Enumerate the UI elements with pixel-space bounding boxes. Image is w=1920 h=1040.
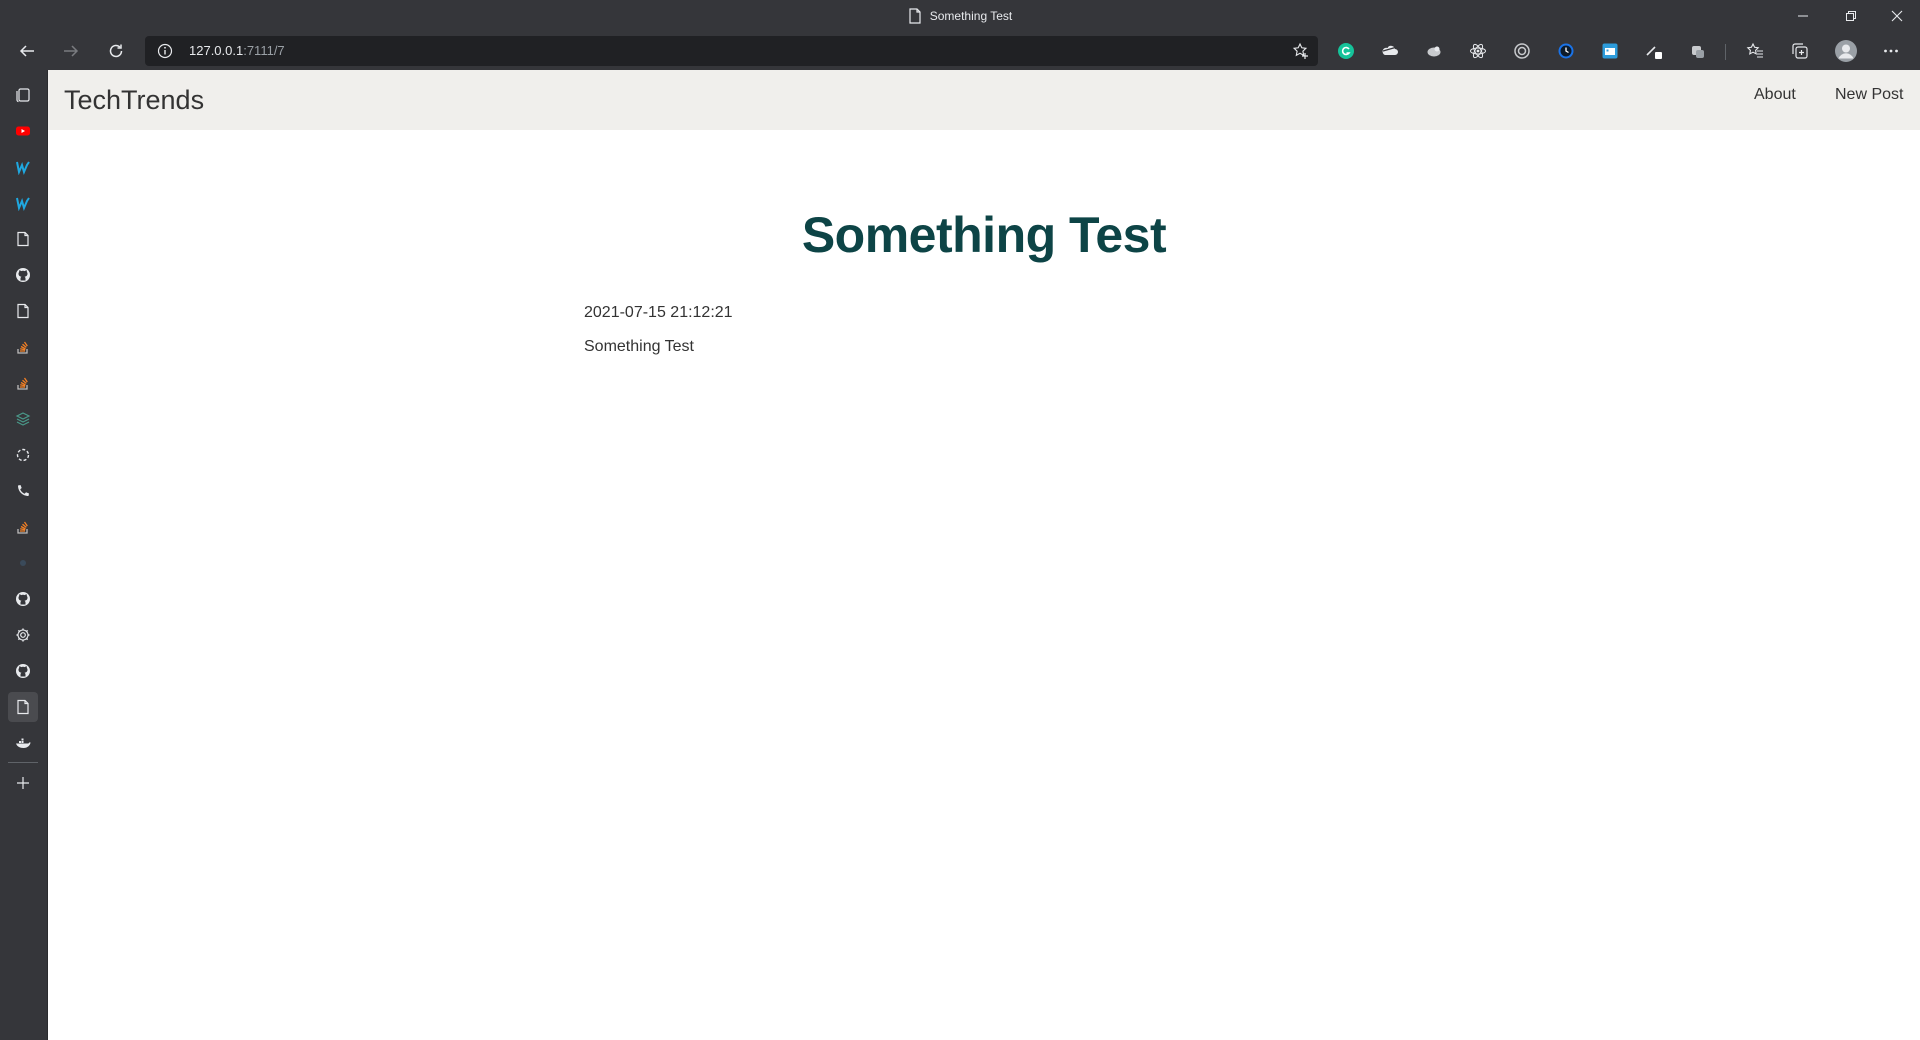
phone-icon[interactable] [8, 476, 38, 506]
site-brand-link[interactable]: TechTrends [64, 85, 204, 116]
loader-icon[interactable] [8, 440, 38, 470]
cloud-extension-icon[interactable] [1380, 41, 1400, 61]
stackoverflow-icon[interactable] [8, 368, 38, 398]
restore-button[interactable] [1828, 0, 1874, 32]
more-dots-icon [1884, 49, 1898, 53]
bird-extension-icon[interactable] [1424, 41, 1444, 61]
restore-icon [1846, 11, 1856, 21]
clock-extension-icon[interactable] [1556, 41, 1576, 61]
collections-icon[interactable] [1790, 41, 1810, 61]
info-icon[interactable] [157, 43, 173, 59]
plus-icon [17, 777, 29, 789]
stackoverflow-icon[interactable] [8, 512, 38, 542]
webflow-icon[interactable] [8, 152, 38, 182]
back-button[interactable] [12, 36, 42, 66]
toolbar-divider [1725, 44, 1726, 60]
post-title: Something Test [801, 207, 1167, 263]
minimize-icon [1798, 15, 1808, 17]
webflow-icon[interactable] [8, 188, 38, 218]
page-icon[interactable] [8, 692, 38, 722]
new-tab-button[interactable] [8, 768, 38, 798]
stack-icon[interactable] [8, 404, 38, 434]
page-icon[interactable] [8, 296, 38, 326]
nav-new-post-link[interactable]: New Post [1835, 86, 1903, 104]
target-extension-icon[interactable] [1512, 41, 1532, 61]
pen-extension-icon[interactable] [1644, 41, 1664, 61]
browser-toolbar: 127.0.0.1:7111/7 [0, 32, 1920, 70]
url-path: :7111/7 [243, 43, 285, 58]
page-icon[interactable] [8, 224, 38, 254]
window-titlebar: Something Test [0, 0, 1920, 32]
post-content: Something Test [584, 338, 694, 355]
add-favorite-icon[interactable] [1292, 42, 1310, 60]
gear-icon[interactable] [8, 620, 38, 650]
stackoverflow-icon[interactable] [8, 332, 38, 362]
url-text[interactable]: 127.0.0.1:7111/7 [189, 43, 285, 58]
avatar-icon [1835, 40, 1857, 62]
dot-icon[interactable] [8, 548, 38, 578]
minimize-button[interactable] [1780, 0, 1826, 32]
address-bar[interactable]: 127.0.0.1:7111/7 [145, 36, 1318, 66]
github-icon[interactable] [8, 584, 38, 614]
github-icon[interactable] [8, 656, 38, 686]
grammarly-icon[interactable] [1336, 41, 1356, 61]
puzzle-extension-icon[interactable] [1688, 41, 1708, 61]
react-devtools-icon[interactable] [1468, 41, 1488, 61]
refresh-button[interactable] [101, 36, 131, 66]
sidebar-divider [8, 762, 38, 763]
page-viewport: TechTrends About New Post Something Test… [48, 70, 1920, 1040]
page-icon [909, 8, 921, 24]
url-host: 127.0.0.1 [189, 43, 244, 58]
docker-icon[interactable] [8, 728, 38, 758]
profile-avatar[interactable] [1834, 39, 1858, 63]
forward-button[interactable] [56, 36, 86, 66]
arrow-left-icon [19, 45, 34, 57]
post-created-date: 2021-07-15 21:12:21 [584, 304, 733, 321]
favorites-icon[interactable] [1745, 41, 1765, 61]
youtube-icon[interactable] [8, 116, 38, 146]
collections-icon[interactable] [8, 80, 38, 110]
window-title-text: Something Test [929, 9, 1013, 23]
calendar-extension-icon[interactable] [1600, 41, 1620, 61]
github-icon[interactable] [8, 260, 38, 290]
close-button[interactable] [1874, 0, 1920, 32]
close-icon [1891, 10, 1903, 22]
site-navbar: TechTrends About New Post [48, 70, 1920, 130]
window-title: Something Test [0, 0, 1920, 32]
refresh-icon [109, 44, 123, 58]
arrow-right-icon [64, 45, 79, 57]
nav-about-link[interactable]: About [1754, 86, 1796, 104]
more-menu-button[interactable] [1881, 41, 1901, 61]
vertical-tab-sidebar [0, 70, 48, 1040]
